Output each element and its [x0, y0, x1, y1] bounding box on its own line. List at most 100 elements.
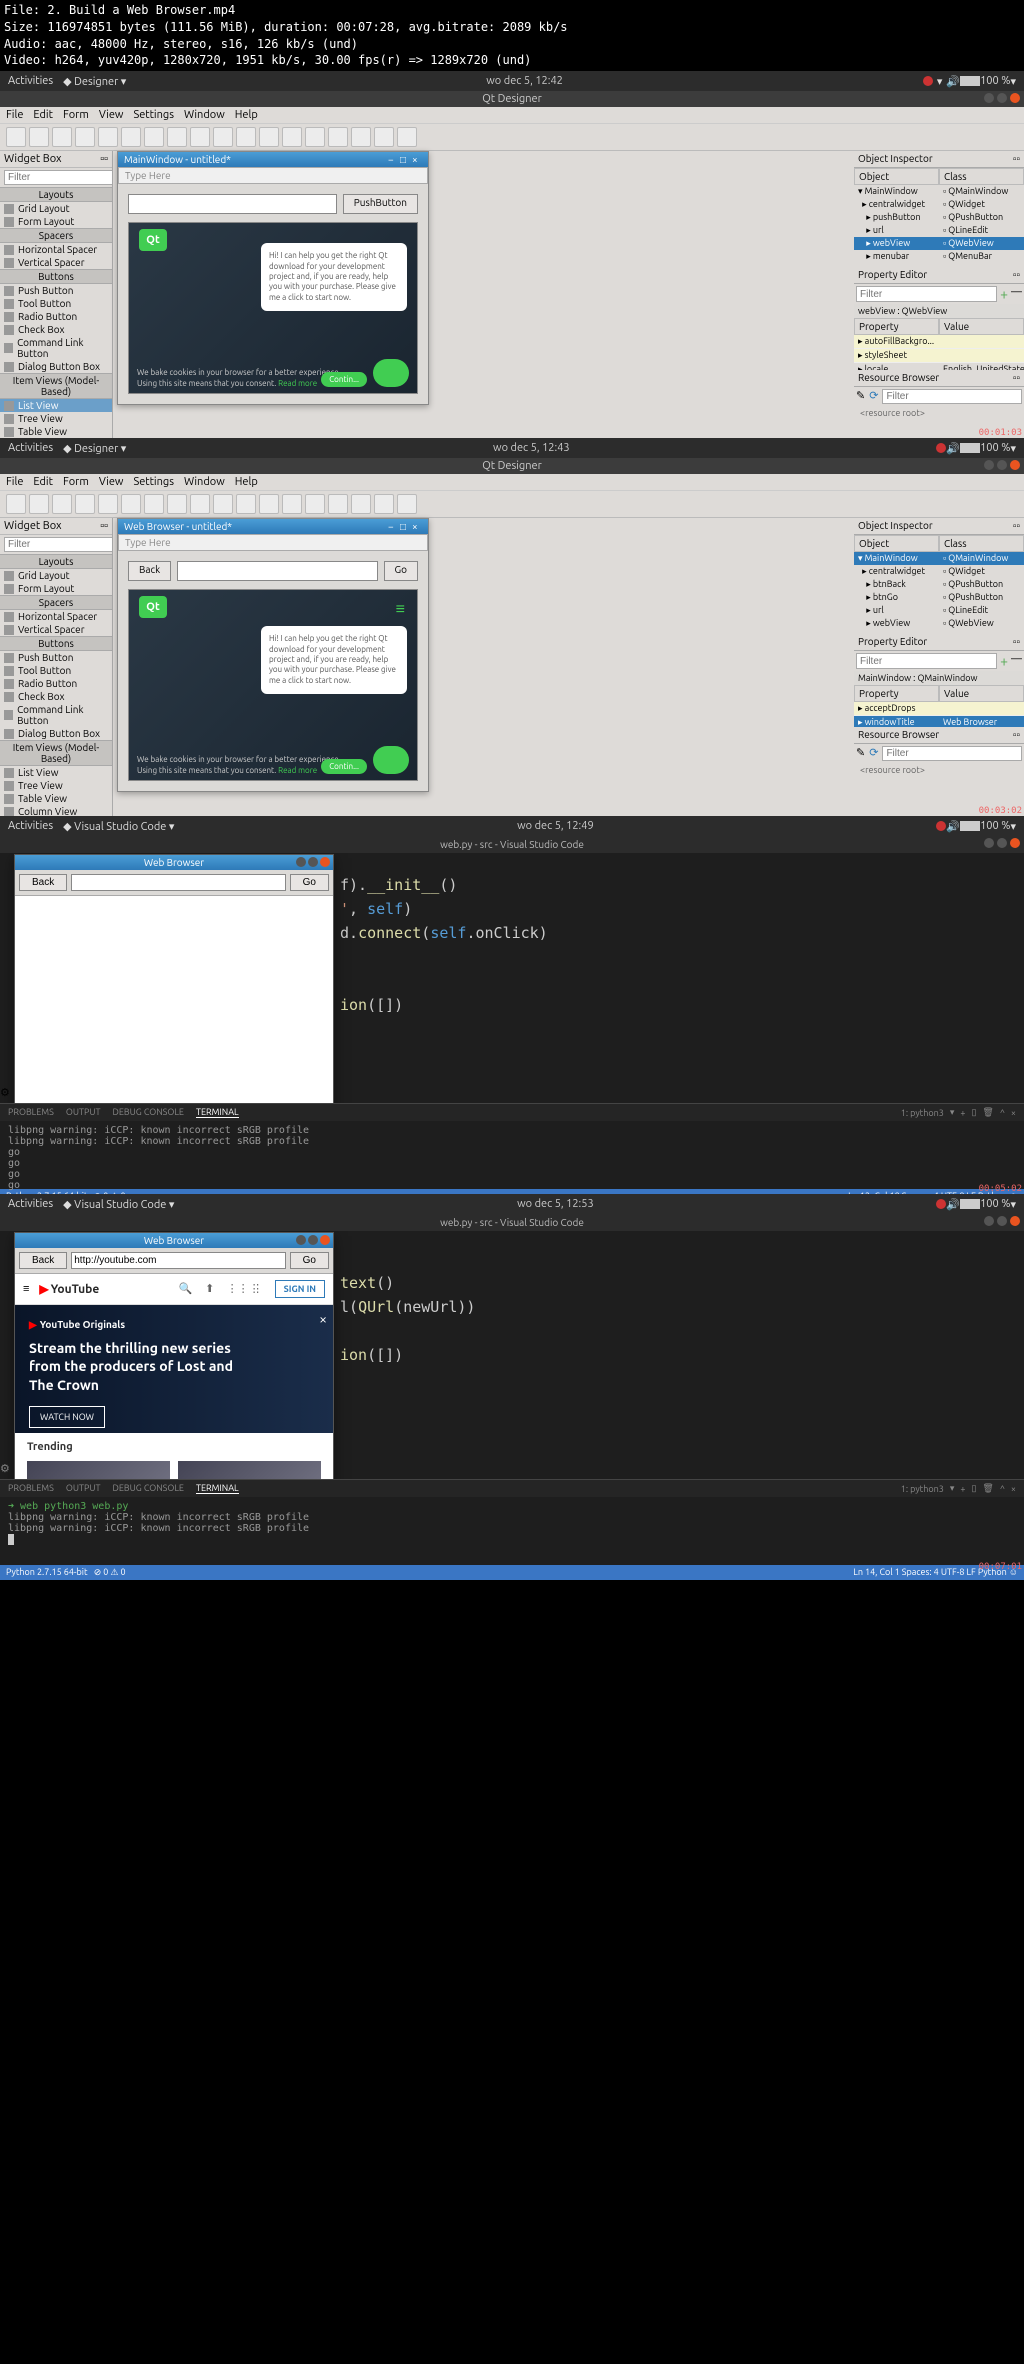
toolbar-button[interactable] — [167, 127, 187, 147]
obj-name[interactable]: ▸ centralwidget — [854, 198, 939, 211]
widgetbox-filter[interactable] — [4, 170, 113, 185]
trash-icon[interactable]: 🗑 — [982, 1107, 993, 1118]
min-icon[interactable] — [984, 460, 994, 470]
dock-icon[interactable]: ▫▫ — [1013, 520, 1020, 532]
widget-category[interactable]: Buttons — [0, 269, 112, 284]
res-filter[interactable] — [882, 389, 1022, 404]
max-icon[interactable] — [997, 460, 1007, 470]
col-object[interactable]: Object — [854, 168, 939, 185]
app-indicator[interactable]: ◆ Designer ▾ — [63, 75, 126, 88]
widget-item[interactable]: Vertical Spacer — [0, 623, 112, 636]
max-icon[interactable] — [997, 1216, 1007, 1226]
trash-icon[interactable]: 🗑 — [982, 1483, 993, 1494]
prop-name[interactable]: ▸ windowTitle — [854, 716, 939, 727]
menu-file[interactable]: File — [6, 109, 23, 121]
widget-item[interactable]: Tree View — [0, 779, 112, 792]
terminal[interactable]: ➜ web python3 web.pylibpng warning: iCCP… — [0, 1497, 1024, 1565]
widget-item[interactable]: Command Link Button — [0, 703, 112, 727]
chat-bubble-icon[interactable] — [373, 359, 409, 387]
close-icon[interactable] — [1010, 1216, 1020, 1226]
form-max-icon[interactable]: □ — [400, 154, 410, 164]
plus-icon[interactable]: + — [960, 1484, 965, 1494]
prop-value[interactable] — [939, 349, 1024, 363]
form-min-icon[interactable]: − — [388, 154, 398, 164]
problems-count[interactable]: ⊘ 0 ⚠ 0 — [94, 1567, 126, 1577]
tab-problems[interactable]: PROBLEMS — [8, 1483, 54, 1494]
reload-icon[interactable]: ⟳ — [869, 389, 878, 404]
url-input[interactable] — [71, 874, 285, 891]
video-thumbnail[interactable] — [27, 1461, 170, 1479]
signin-button[interactable]: SIGN IN — [275, 1280, 325, 1298]
watch-now-button[interactable]: WATCH NOW — [29, 1406, 105, 1428]
widget-item[interactable]: Dialog Button Box — [0, 360, 112, 373]
continue-button[interactable]: Contin... — [321, 759, 367, 774]
obj-name[interactable]: ▸ webView — [854, 237, 939, 250]
widget-item[interactable]: Table View — [0, 425, 112, 438]
toolbar-button[interactable] — [236, 494, 256, 514]
hamburger-icon[interactable]: ≡ — [396, 600, 405, 619]
back-button[interactable]: Back — [19, 874, 67, 891]
toolbar-button[interactable] — [236, 127, 256, 147]
toolbar-button[interactable] — [213, 127, 233, 147]
menu-window[interactable]: Window — [184, 109, 225, 121]
toolbar-button[interactable] — [374, 494, 394, 514]
back-button[interactable]: Back — [19, 1252, 67, 1269]
widgetbox-filter[interactable] — [4, 537, 113, 552]
widget-category[interactable]: Item Views (Model-Based) — [0, 373, 112, 399]
widget-category[interactable]: Layouts — [0, 554, 112, 569]
menu-edit[interactable]: Edit — [33, 109, 53, 121]
widget-item[interactable]: Radio Button — [0, 310, 112, 323]
toolbar-button[interactable] — [397, 494, 417, 514]
tab-terminal[interactable]: TERMINAL — [196, 1483, 239, 1494]
menu-form[interactable]: Form — [63, 476, 89, 488]
widget-item[interactable]: Form Layout — [0, 215, 112, 228]
toolbar-button[interactable] — [75, 127, 95, 147]
toolbar-button[interactable] — [374, 127, 394, 147]
widget-item[interactable]: Grid Layout — [0, 569, 112, 582]
toolbar-button[interactable] — [190, 494, 210, 514]
prop-filter[interactable] — [856, 653, 997, 669]
br-close-icon[interactable] — [320, 857, 330, 867]
menu-view[interactable]: View — [99, 109, 124, 121]
col-prop[interactable]: Property — [854, 318, 939, 335]
close-icon[interactable] — [1010, 93, 1020, 103]
app-indicator[interactable]: ◆ Visual Studio Code ▾ — [63, 1198, 174, 1211]
more-icon[interactable]: — — [1011, 653, 1022, 669]
toolbar-button[interactable] — [6, 494, 26, 514]
url-input[interactable] — [177, 561, 377, 581]
terminal[interactable]: libpng warning: iCCP: known incorrect sR… — [0, 1121, 1024, 1189]
toolbar-button[interactable] — [144, 127, 164, 147]
close-panel-icon[interactable]: × — [1011, 1484, 1016, 1494]
readmore-link[interactable]: Read more — [278, 766, 317, 775]
youtube-logo[interactable]: YouTube — [39, 1282, 99, 1296]
tab-debug[interactable]: DEBUG CONSOLE — [113, 1483, 184, 1494]
br-close-icon[interactable] — [320, 1235, 330, 1245]
widget-item[interactable]: Horizontal Spacer — [0, 243, 112, 256]
widget-category[interactable]: Spacers — [0, 595, 112, 610]
close-panel-icon[interactable]: × — [1011, 1108, 1016, 1118]
toolbar-button[interactable] — [351, 127, 371, 147]
obj-name[interactable]: ▸ centralwidget — [854, 565, 939, 578]
dock-icon[interactable]: ▫▫ — [100, 153, 108, 165]
widget-item[interactable]: Grid Layout — [0, 202, 112, 215]
term-select[interactable]: 1: python3 — [901, 1484, 944, 1494]
dock-icon[interactable]: ▫▫ — [1013, 729, 1020, 741]
form-min-icon[interactable]: − — [388, 521, 398, 531]
go-button[interactable]: Go — [384, 561, 418, 581]
menu-window[interactable]: Window — [184, 476, 225, 488]
col-prop[interactable]: Property — [854, 685, 939, 702]
toolbar-button[interactable] — [52, 494, 72, 514]
prop-name[interactable]: ▸ locale — [854, 363, 939, 370]
max-icon[interactable] — [997, 93, 1007, 103]
browser-viewport[interactable] — [15, 895, 333, 1103]
form-close-icon[interactable]: × — [412, 521, 422, 531]
activities[interactable]: Activities — [8, 442, 53, 454]
widget-category[interactable]: Buttons — [0, 636, 112, 651]
activities[interactable]: Activities — [8, 1198, 53, 1210]
activities[interactable]: Activities — [8, 820, 53, 832]
widget-item[interactable]: Tool Button — [0, 297, 112, 310]
continue-button[interactable]: Contin... — [321, 372, 367, 387]
dock-icon[interactable]: ▫▫ — [1013, 269, 1020, 281]
activities[interactable]: Activities — [8, 75, 53, 87]
prop-value[interactable] — [939, 702, 1024, 716]
